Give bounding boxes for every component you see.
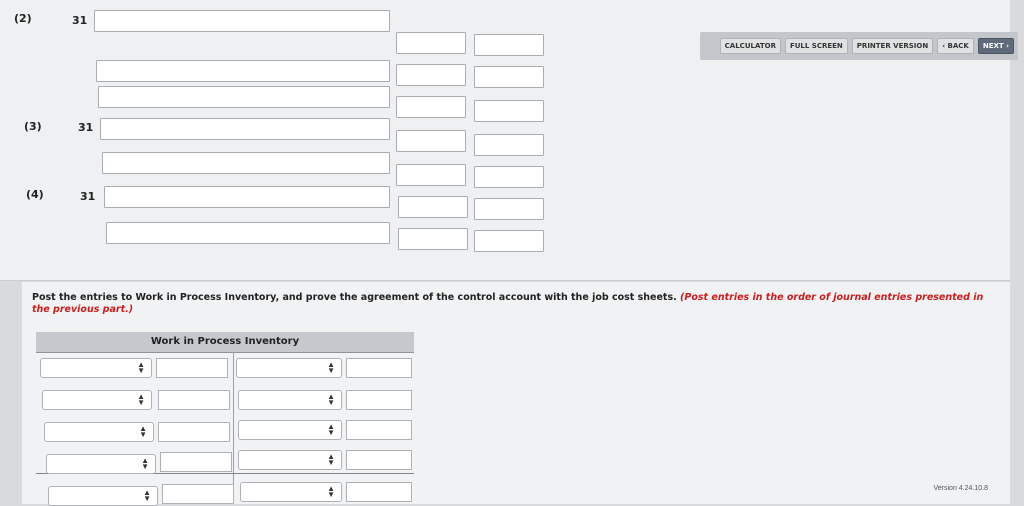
select-arrow-icon: ▲ ▼ <box>141 456 149 471</box>
debit-input[interactable] <box>398 196 468 218</box>
debit-account-select[interactable]: ▲ ▼ <box>42 390 152 410</box>
account-title-input[interactable] <box>102 152 390 174</box>
next-button[interactable]: NEXT › <box>977 38 1014 54</box>
entry-label: (3) <box>24 120 42 133</box>
credit-input[interactable] <box>474 166 544 188</box>
debit-input[interactable] <box>396 32 466 54</box>
select-arrow-icon: ▲ ▼ <box>327 392 335 407</box>
select-arrow-icon: ▲ ▼ <box>137 392 145 407</box>
entry-date: 31 <box>78 121 94 134</box>
credit-account-select[interactable]: ▲ ▼ <box>238 450 342 470</box>
credit-account-select[interactable]: ▲ ▼ <box>238 420 342 440</box>
debit-amount-input[interactable] <box>158 390 230 410</box>
credit-account-select[interactable]: ▲ ▼ <box>238 390 342 410</box>
debit-input[interactable] <box>396 164 466 186</box>
toolbar: CALCULATOR FULL SCREEN PRINTER VERSION ‹… <box>700 32 1018 60</box>
credit-input[interactable] <box>474 198 544 220</box>
credit-input[interactable] <box>474 66 544 88</box>
credit-amount-input[interactable] <box>346 390 412 410</box>
entry-date: 31 <box>80 190 96 203</box>
account-title-input[interactable] <box>106 222 390 244</box>
account-title-input[interactable] <box>98 86 390 108</box>
select-arrow-icon: ▲ ▼ <box>327 484 335 499</box>
back-button[interactable]: ‹ BACK <box>937 38 974 54</box>
credit-account-select[interactable]: ▲ ▼ <box>240 482 342 502</box>
account-title-input[interactable] <box>94 10 390 32</box>
full-screen-button[interactable]: FULL SCREEN <box>784 38 848 54</box>
ledger-divider <box>233 352 234 504</box>
credit-input[interactable] <box>474 34 544 56</box>
calculator-button[interactable]: CALCULATOR <box>719 38 781 54</box>
credit-input[interactable] <box>474 100 544 122</box>
debit-input[interactable] <box>396 96 466 118</box>
select-arrow-icon: ▲ ▼ <box>327 452 335 467</box>
version-label: Version 4.24.10.8 <box>933 485 989 492</box>
account-title-input[interactable] <box>96 60 390 82</box>
credit-input[interactable] <box>474 134 544 156</box>
account-title-input[interactable] <box>100 118 390 140</box>
ledger-title: Work in Process Inventory <box>36 332 414 353</box>
credit-amount-input[interactable] <box>346 450 412 470</box>
instruction-main: Post the entries to Work in Process Inve… <box>32 292 681 303</box>
credit-input[interactable] <box>474 230 544 252</box>
credit-amount-input[interactable] <box>346 420 412 440</box>
debit-amount-input[interactable] <box>160 452 232 472</box>
credit-amount-input[interactable] <box>346 482 412 502</box>
debit-input[interactable] <box>398 228 468 250</box>
debit-account-select[interactable]: ▲ ▼ <box>48 486 158 506</box>
select-arrow-icon: ▲ ▼ <box>143 488 151 503</box>
select-arrow-icon: ▲ ▼ <box>139 424 147 439</box>
entry-label: (4) <box>26 188 44 201</box>
credit-amount-input[interactable] <box>346 358 412 378</box>
entry-date: 31 <box>72 14 88 27</box>
credit-account-select[interactable]: ▲ ▼ <box>236 358 342 378</box>
debit-input[interactable] <box>396 130 466 152</box>
debit-amount-input[interactable] <box>158 422 230 442</box>
select-arrow-icon: ▲ ▼ <box>327 422 335 437</box>
debit-account-select[interactable]: ▲ ▼ <box>44 422 154 442</box>
account-title-input[interactable] <box>104 186 390 208</box>
entry-label: (2) <box>14 12 32 25</box>
instruction-text: Post the entries to Work in Process Inve… <box>32 292 1002 316</box>
printer-version-button[interactable]: PRINTER VERSION <box>851 38 934 54</box>
debit-account-select[interactable]: ▲ ▼ <box>40 358 152 378</box>
debit-account-select[interactable]: ▲ ▼ <box>46 454 156 474</box>
debit-input[interactable] <box>396 64 466 86</box>
select-arrow-icon: ▲ ▼ <box>137 360 145 375</box>
debit-amount-input[interactable] <box>162 484 234 504</box>
debit-amount-input[interactable] <box>156 358 228 378</box>
select-arrow-icon: ▲ ▼ <box>327 360 335 375</box>
